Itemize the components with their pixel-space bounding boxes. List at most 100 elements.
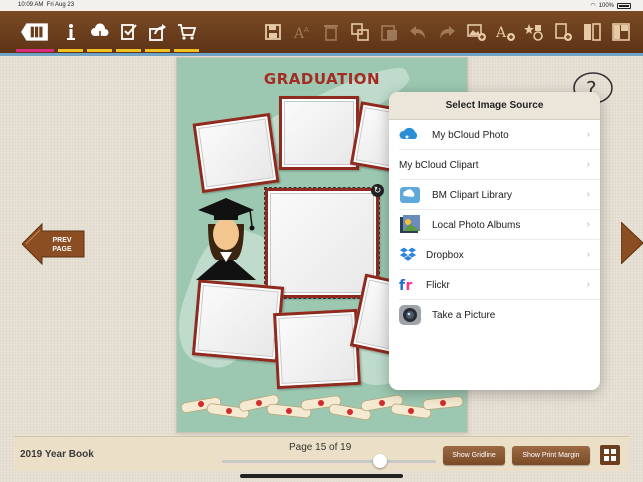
share-button[interactable] [143, 17, 172, 52]
tab-underline [145, 49, 170, 52]
camera-icon [399, 304, 421, 326]
paste-icon [380, 25, 397, 41]
chevron-right-icon: › [586, 219, 590, 230]
photo-albums-icon [399, 214, 421, 236]
cart-icon [177, 24, 196, 40]
photo-frame[interactable] [191, 279, 285, 363]
photo-frame-selected[interactable] [264, 187, 380, 299]
rotate-handle-icon[interactable]: ↻ [371, 184, 384, 197]
next-page-button[interactable] [620, 220, 643, 266]
page-slider[interactable] [222, 460, 436, 463]
photo-frame[interactable] [279, 96, 359, 170]
undo-button[interactable] [403, 17, 432, 47]
photo-frame[interactable] [192, 112, 280, 194]
tab-underline [87, 49, 112, 52]
undo-icon [409, 26, 425, 39]
main-toolbar: AA A [0, 11, 643, 54]
toolbar-right-group: AA A [258, 17, 635, 47]
add-image-icon [466, 24, 486, 41]
menu-item-flickr[interactable]: fr Flickr › [389, 270, 600, 300]
menu-item-photo-albums[interactable]: Local Photo Albums › [389, 210, 600, 240]
wifi-icon: ◠ [590, 3, 596, 9]
yearbook-title: 2019 Year Book [20, 449, 94, 460]
diplomas-border-icon [180, 394, 464, 421]
redo-icon [439, 26, 455, 39]
copy-icon [350, 23, 369, 41]
status-bar: 10:09 AM Fri Aug 23 ◠ 100% [0, 0, 643, 11]
bcloud-icon [399, 124, 421, 146]
active-underline [16, 49, 54, 52]
copy-button[interactable] [345, 17, 374, 47]
menu-item-bcloud-clipart[interactable]: My bCloud Clipart › [389, 150, 600, 180]
page-indicator: Page 15 of 19 [289, 442, 352, 453]
menu-item-bcloud-photo[interactable]: My bCloud Photo › [389, 120, 600, 150]
clipart-button[interactable] [519, 17, 548, 47]
add-text-icon: A [495, 25, 515, 41]
save-icon [264, 24, 281, 40]
svg-text:A: A [495, 25, 507, 41]
check-list-button[interactable] [114, 17, 143, 52]
image-source-popover: Select Image Source My bCloud Photo › My… [389, 92, 600, 390]
add-image-button[interactable] [461, 17, 490, 47]
layout-button[interactable] [606, 17, 635, 47]
svg-text:r: r [406, 278, 413, 294]
tab-underline [58, 49, 83, 52]
cart-button[interactable] [172, 17, 201, 52]
cloud-sync-icon [90, 23, 108, 41]
show-print-margin-button[interactable]: Show Print Margin [512, 446, 590, 465]
delete-icon [323, 25, 338, 41]
popover-title: Select Image Source [389, 92, 600, 120]
prev-page-label: PREV PAGE [52, 237, 72, 253]
tab-underline [116, 49, 141, 52]
add-page-button[interactable] [548, 17, 577, 47]
bottom-bar: 2019 Year Book Page 15 of 19 Show Gridli… [14, 436, 629, 471]
cloud-sync-button[interactable] [85, 17, 114, 52]
status-time: 10:09 AM Fri Aug 23 [18, 2, 75, 8]
next-arrow-icon [620, 220, 643, 266]
duplicate-page-button[interactable] [577, 17, 606, 47]
page-title: GRADUATION [263, 70, 381, 88]
status-right: ◠ 100% [590, 2, 631, 9]
show-gridline-button[interactable]: Show Gridline [443, 446, 505, 465]
save-button[interactable] [258, 17, 287, 47]
share-icon [148, 24, 166, 41]
page-grid-button[interactable] [600, 445, 620, 465]
battery-icon [617, 2, 631, 9]
add-page-icon [554, 23, 572, 41]
page-slider-thumb[interactable] [372, 454, 387, 468]
layout-icon [611, 23, 630, 41]
clipart-icon [523, 24, 543, 41]
dropbox-icon [399, 244, 417, 266]
grid-view-icon [604, 449, 616, 461]
flickr-icon: fr [399, 274, 417, 296]
font-size-button[interactable]: AA [287, 17, 316, 47]
redo-button[interactable] [432, 17, 461, 47]
tab-underline [174, 49, 199, 52]
toolbar-left-group [14, 17, 201, 52]
chevron-right-icon: › [586, 189, 590, 200]
duplicate-page-icon [583, 23, 601, 41]
svg-text:A: A [304, 27, 309, 34]
info-button[interactable] [56, 17, 85, 52]
back-book-icon [21, 23, 48, 41]
home-indicator [240, 474, 403, 478]
paste-button[interactable] [374, 17, 403, 47]
menu-item-take-picture[interactable]: Take a Picture [389, 300, 600, 330]
toolbar-underbar [0, 53, 643, 56]
prev-page-button[interactable]: PREV PAGE [21, 222, 86, 266]
info-icon [66, 24, 75, 40]
check-list-icon [120, 24, 137, 40]
menu-item-dropbox[interactable]: Dropbox › [389, 240, 600, 270]
font-size-icon: AA [293, 26, 309, 42]
photo-frame[interactable] [273, 308, 361, 390]
graduate-icon [196, 198, 256, 280]
chevron-right-icon: › [586, 129, 590, 140]
chevron-right-icon: › [586, 159, 590, 170]
add-text-button[interactable]: A [490, 17, 519, 47]
menu-item-clipart-library[interactable]: BM Clipart Library › [389, 180, 600, 210]
back-book-button[interactable] [14, 17, 56, 52]
chevron-right-icon: › [586, 279, 590, 290]
delete-button[interactable] [316, 17, 345, 47]
chevron-right-icon: › [586, 249, 590, 260]
clipart-library-icon [399, 184, 421, 206]
